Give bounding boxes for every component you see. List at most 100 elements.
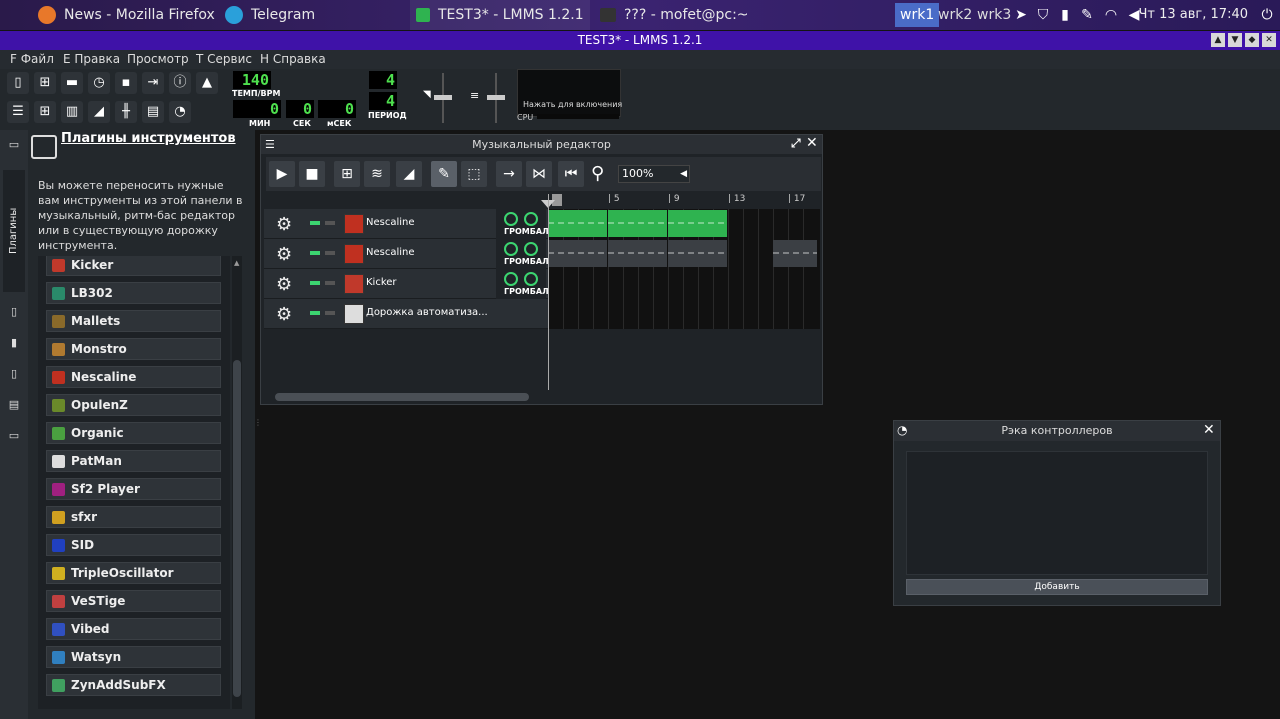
project-notes-button[interactable]: ▤ bbox=[142, 101, 164, 123]
plugin-item[interactable]: PatMan bbox=[46, 450, 221, 472]
my-samples-icon[interactable]: ▮ bbox=[7, 336, 21, 350]
gear-icon[interactable]: ⚙ bbox=[276, 274, 292, 295]
track-name[interactable]: Nescaline bbox=[366, 217, 415, 228]
add-controller-button[interactable]: Добавить bbox=[906, 579, 1208, 595]
track-row[interactable]: ⚙ Nescaline ГРОМБАЛ bbox=[264, 239, 549, 269]
close-icon[interactable]: ✕ bbox=[1203, 422, 1215, 438]
plugin-item[interactable]: OpulenZ bbox=[46, 394, 221, 416]
song-editor-scrollbar[interactable] bbox=[275, 393, 529, 401]
pen-icon[interactable]: ✎ bbox=[1078, 6, 1096, 24]
menu-tools[interactable]: T Сервис bbox=[196, 52, 252, 66]
task-lmms[interactable]: TEST3* - LMMS 1.2.1 bbox=[410, 0, 590, 30]
menu-view[interactable]: Просмотр bbox=[127, 52, 189, 66]
track-name[interactable]: Kicker bbox=[366, 277, 397, 288]
maximize-icon[interactable]: ⤢ bbox=[791, 136, 801, 151]
beat-editor-button[interactable]: ⊞ bbox=[34, 101, 56, 123]
close-button[interactable]: ✕ bbox=[1262, 33, 1276, 47]
gear-icon[interactable]: ⚙ bbox=[276, 304, 292, 325]
task-firefox[interactable]: News - Mozilla Firefox bbox=[38, 0, 215, 30]
plugin-item[interactable]: VeSTige bbox=[46, 590, 221, 612]
track-name[interactable]: Дорожка автоматиза... bbox=[366, 307, 488, 318]
tempo-display[interactable]: 140 bbox=[233, 71, 271, 89]
loop-points-button[interactable]: ⋈ bbox=[526, 161, 552, 187]
new-file-button[interactable]: ▯ bbox=[7, 72, 29, 94]
pattern-clip[interactable] bbox=[548, 240, 607, 267]
volume-knob-icon[interactable] bbox=[504, 212, 518, 226]
time-sig-denominator[interactable]: 4 bbox=[369, 92, 397, 110]
mixer-button[interactable]: ╫ bbox=[115, 101, 137, 123]
save-button[interactable]: ▪ bbox=[115, 72, 137, 94]
add-automation-track-button[interactable]: ◢ bbox=[396, 161, 422, 187]
solo-toggle[interactable] bbox=[325, 311, 335, 315]
pattern-clip[interactable] bbox=[773, 240, 817, 267]
time-sig-numerator[interactable]: 4 bbox=[369, 71, 397, 89]
plugin-list-scroll-thumb[interactable] bbox=[233, 360, 241, 697]
shield-icon[interactable]: ⛉ bbox=[1034, 6, 1052, 24]
automation-editor-button[interactable]: ◢ bbox=[88, 101, 110, 123]
plugin-item[interactable]: TripleOscillator bbox=[46, 562, 221, 584]
solo-toggle[interactable] bbox=[325, 221, 335, 225]
gear-icon[interactable]: ⚙ bbox=[276, 244, 292, 265]
automation-icon[interactable] bbox=[344, 304, 364, 324]
track-row[interactable]: ⚙ Nescaline ГРОМБАЛ bbox=[264, 209, 549, 239]
pan-knob-icon[interactable] bbox=[524, 212, 538, 226]
export-button[interactable]: ⇥ bbox=[142, 72, 164, 94]
solo-toggle[interactable] bbox=[325, 281, 335, 285]
my-presets-icon[interactable]: ▯ bbox=[7, 367, 21, 381]
scroll-up-icon[interactable]: ▲ bbox=[234, 259, 239, 267]
new-from-template-button[interactable]: ⊞ bbox=[34, 72, 56, 94]
pattern-clip[interactable] bbox=[668, 240, 727, 267]
timeline-ruler[interactable]: | 5 | 9 | 13 | 17 bbox=[548, 194, 820, 208]
instrument-plugins-icon[interactable]: ▭ bbox=[7, 138, 21, 152]
plugin-item[interactable]: sfxr bbox=[46, 506, 221, 528]
plugin-item[interactable]: Kicker bbox=[46, 256, 221, 276]
power-icon[interactable]: ⏻ bbox=[1258, 6, 1276, 24]
mute-toggle[interactable] bbox=[310, 281, 320, 285]
pattern-clip[interactable] bbox=[608, 210, 667, 237]
plugin-item[interactable]: Nescaline bbox=[46, 366, 221, 388]
sidebar-tab-plugins[interactable]: Плагины инструментов bbox=[3, 170, 41, 292]
stop-button[interactable]: ■ bbox=[299, 161, 325, 187]
volume-knob-icon[interactable] bbox=[504, 272, 518, 286]
plugin-item[interactable]: Sf2 Player bbox=[46, 478, 221, 500]
controller-rack-button[interactable]: ◔ bbox=[169, 101, 191, 123]
mute-toggle[interactable] bbox=[310, 221, 320, 225]
plugin-item[interactable]: ZynAddSubFX bbox=[46, 674, 221, 696]
pattern-clip[interactable] bbox=[668, 210, 727, 237]
info-button[interactable]: ⓘ bbox=[169, 72, 191, 94]
song-editor-button[interactable]: ☰ bbox=[7, 101, 29, 123]
open-project-button[interactable]: ▬ bbox=[61, 72, 83, 94]
cpu-meter[interactable] bbox=[517, 69, 621, 117]
pan-knob-icon[interactable] bbox=[524, 272, 538, 286]
track-row[interactable]: ⚙ Дорожка автоматиза... bbox=[264, 299, 548, 329]
plugin-item[interactable]: Vibed bbox=[46, 618, 221, 640]
plugin-item[interactable]: Watsyn bbox=[46, 646, 221, 668]
mute-toggle[interactable] bbox=[310, 251, 320, 255]
metronome-button[interactable]: ▲ bbox=[196, 72, 218, 94]
plugin-item[interactable]: LB302 bbox=[46, 282, 221, 304]
menu-help[interactable]: H Справка bbox=[260, 52, 326, 66]
workspace-3[interactable]: wrk3 bbox=[972, 3, 1016, 27]
task-telegram[interactable]: Telegram bbox=[225, 0, 315, 30]
workspace-2[interactable]: wrk2 bbox=[933, 3, 977, 27]
add-beat-track-button[interactable]: ⊞ bbox=[334, 161, 360, 187]
draw-mode-button[interactable]: ✎ bbox=[431, 161, 457, 187]
pan-knob-icon[interactable] bbox=[524, 242, 538, 256]
mute-toggle[interactable] bbox=[310, 311, 320, 315]
stop-behaviour-button[interactable]: ⏮ bbox=[558, 161, 584, 187]
splitter-handle[interactable]: ⋮ bbox=[254, 418, 262, 427]
master-volume-handle[interactable] bbox=[434, 95, 452, 100]
pattern-clip[interactable] bbox=[548, 210, 607, 237]
plugin-item[interactable]: Mallets bbox=[46, 310, 221, 332]
computer-icon[interactable]: ▭ bbox=[7, 429, 21, 443]
close-icon[interactable]: ✕ bbox=[806, 135, 818, 151]
plugin-item[interactable]: Monstro bbox=[46, 338, 221, 360]
plugin-item[interactable]: Organic bbox=[46, 422, 221, 444]
gear-icon[interactable]: ⚙ bbox=[276, 214, 292, 235]
play-button[interactable]: ▶ bbox=[269, 161, 295, 187]
clock[interactable]: Чт 13 авг, 17:40 bbox=[1139, 0, 1248, 30]
auto-scroll-button[interactable]: → bbox=[496, 161, 522, 187]
maximize-button[interactable]: ◆ bbox=[1245, 33, 1259, 47]
master-pitch-handle[interactable] bbox=[487, 95, 505, 100]
task-terminal[interactable]: ??? - mofet@pc:~ bbox=[600, 0, 749, 30]
